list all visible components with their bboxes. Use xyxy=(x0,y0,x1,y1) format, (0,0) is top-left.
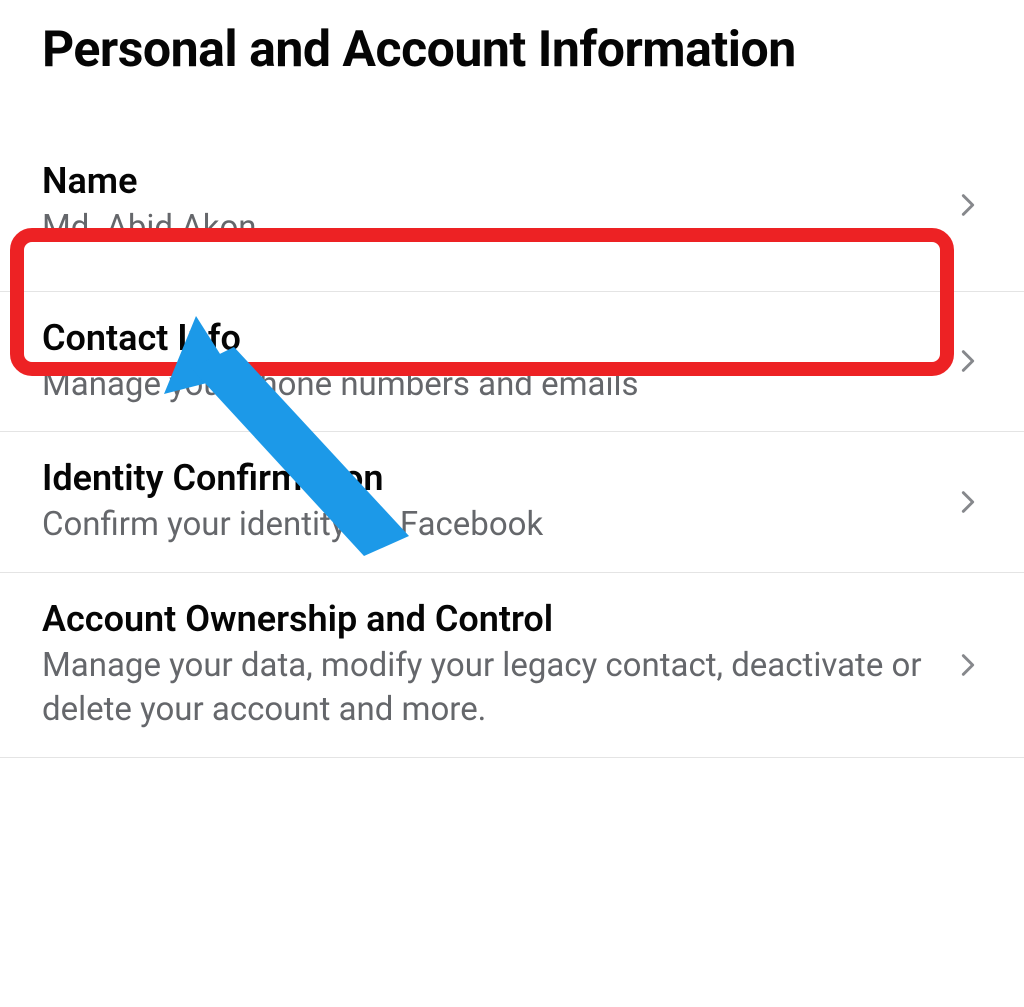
item-text: Contact Info Manage your phone numbers a… xyxy=(42,316,954,408)
item-text: Account Ownership and Control Manage you… xyxy=(42,597,954,733)
chevron-right-icon xyxy=(954,488,982,516)
item-subtext: Manage your data, modify your legacy con… xyxy=(42,644,934,733)
item-label: Name xyxy=(42,159,934,204)
identity-confirmation-item[interactable]: Identity Confirmation Confirm your ident… xyxy=(0,432,1024,573)
account-ownership-item[interactable]: Account Ownership and Control Manage you… xyxy=(0,573,1024,758)
item-label: Account Ownership and Control xyxy=(42,597,934,642)
item-subtext: Confirm your identity on Facebook xyxy=(42,503,934,548)
contact-info-item[interactable]: Contact Info Manage your phone numbers a… xyxy=(0,292,1024,433)
item-label: Identity Confirmation xyxy=(42,456,934,501)
settings-list: Name Md. Abid Akon Contact Info Manage y… xyxy=(0,113,1024,758)
item-subtext: Manage your phone numbers and emails xyxy=(42,363,934,408)
chevron-right-icon xyxy=(954,191,982,219)
page-title: Personal and Account Information xyxy=(0,0,1024,113)
chevron-right-icon xyxy=(954,347,982,375)
item-text: Name Md. Abid Akon xyxy=(42,159,954,251)
name-item[interactable]: Name Md. Abid Akon xyxy=(0,113,1024,292)
item-subtext: Md. Abid Akon xyxy=(42,206,934,251)
item-text: Identity Confirmation Confirm your ident… xyxy=(42,456,954,548)
chevron-right-icon xyxy=(954,651,982,679)
item-label: Contact Info xyxy=(42,316,934,361)
